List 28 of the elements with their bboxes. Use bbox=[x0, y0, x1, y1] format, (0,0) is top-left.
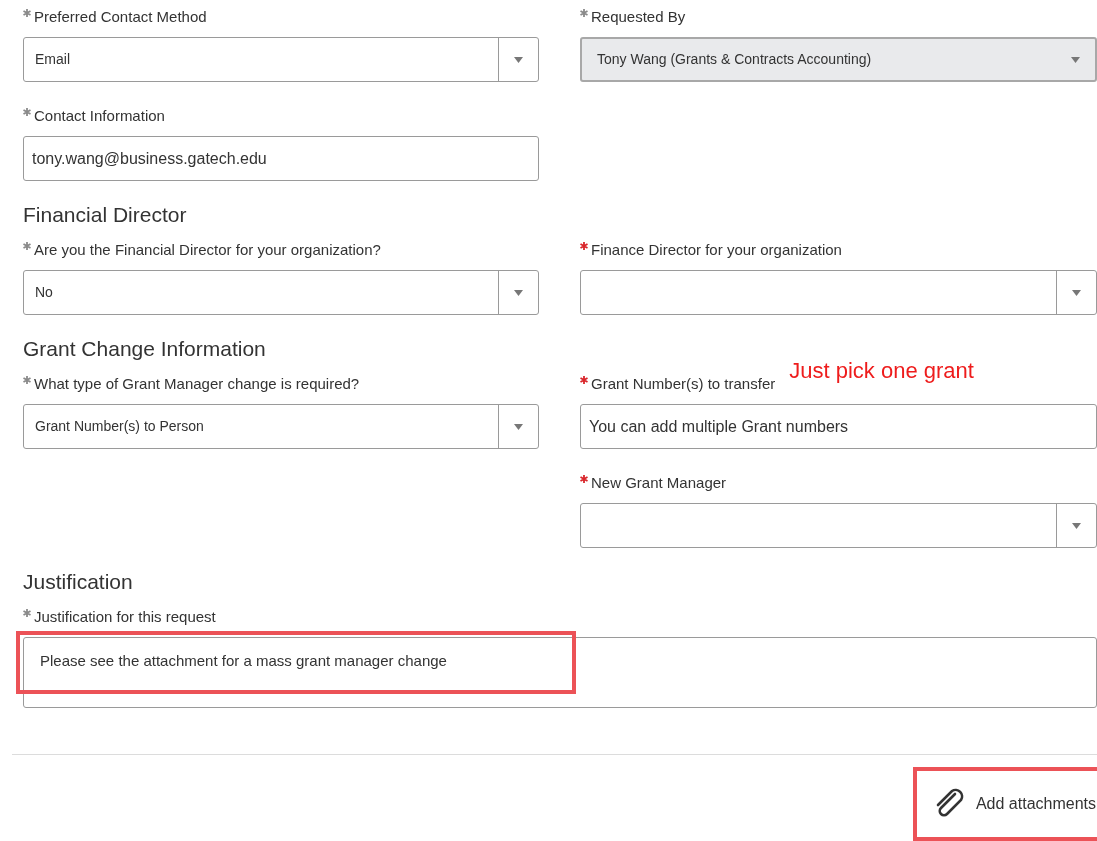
caret-icon bbox=[1070, 56, 1080, 63]
text-area[interactable]: Please see the attachment for a mass grant manager change bbox=[23, 637, 1097, 708]
select-field[interactable]: No bbox=[23, 270, 539, 315]
add-attachments-button[interactable]: Add attachments bbox=[912, 767, 1097, 841]
select-field[interactable] bbox=[580, 270, 1097, 315]
field-label: New Grant Manager bbox=[591, 472, 727, 493]
select-field[interactable]: Grant Number(s) to Person bbox=[23, 404, 539, 449]
field-label: Contact Information bbox=[34, 105, 165, 126]
section-heading: Justification bbox=[23, 569, 134, 595]
text-field[interactable]: You can add multiple Grant numbers bbox=[580, 404, 1097, 449]
caret-icon bbox=[514, 423, 523, 430]
caret-icon bbox=[1072, 522, 1081, 529]
field-label: Justification for this request bbox=[34, 606, 216, 627]
field-label: Are you the Financial Director for your organization? bbox=[34, 239, 381, 260]
field-label: Finance Director for your organization bbox=[591, 239, 842, 260]
field-label: Grant Number(s) to transfer bbox=[591, 373, 776, 394]
section-heading: Financial Director bbox=[23, 202, 188, 228]
caret-icon bbox=[514, 56, 523, 63]
select-field[interactable] bbox=[580, 503, 1097, 548]
caret-icon bbox=[514, 289, 523, 296]
annotation-note: Just pick one grant bbox=[789, 356, 974, 385]
section-heading: Grant Change Information bbox=[23, 336, 267, 362]
field-label: What type of Grant Manager change is required? bbox=[34, 373, 360, 394]
select-field[interactable]: Email bbox=[23, 37, 539, 82]
caret-icon bbox=[1072, 289, 1081, 296]
text-field[interactable]: tony.wang@business.gatech.edu bbox=[23, 136, 539, 181]
field-label: Requested By bbox=[591, 6, 686, 27]
field-label: Preferred Contact Method bbox=[34, 6, 207, 27]
